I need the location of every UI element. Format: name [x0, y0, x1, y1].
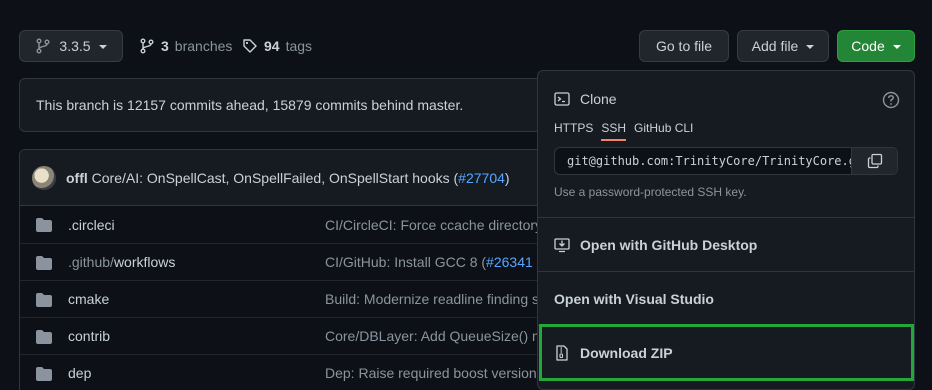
folder-icon — [36, 293, 52, 307]
tab-ssh[interactable]: SSH — [601, 121, 627, 141]
tab-https[interactable]: HTTPS — [554, 121, 593, 141]
table-row[interactable]: .circleci CI/CircleCI: Force ccache dire… — [20, 206, 578, 243]
chevron-down-icon — [892, 45, 901, 49]
file-commit-pr-link[interactable]: #26341 — [486, 254, 533, 270]
file-name[interactable]: .circleci — [68, 217, 115, 233]
tags-count: 94 — [264, 38, 280, 54]
folder-icon — [36, 367, 52, 381]
folder-icon — [36, 330, 52, 344]
clone-title: Clone — [580, 91, 617, 107]
go-to-file-button[interactable]: Go to file — [639, 30, 729, 62]
tag-icon — [243, 39, 257, 53]
clone-tabs: HTTPS SSH GitHub CLI — [554, 121, 693, 141]
latest-commit-bar: offl Core/AI: OnSpellCast, OnSpellFailed… — [20, 150, 578, 206]
file-commit-message[interactable]: CI/GitHub: Install GCC 8 (#26341 — [325, 254, 533, 270]
branch-select-button[interactable]: 3.3.5 — [19, 30, 123, 62]
open-visual-studio-item[interactable]: Open with Visual Studio — [538, 271, 914, 325]
download-zip-label: Download ZIP — [580, 344, 673, 361]
file-table: offl Core/AI: OnSpellCast, OnSpellFailed… — [19, 149, 579, 390]
tab-github-cli[interactable]: GitHub CLI — [634, 121, 693, 141]
file-name-prefix: .github/ — [68, 254, 114, 270]
open-github-desktop-item[interactable]: Open with GitHub Desktop — [538, 217, 914, 271]
tags-link[interactable]: 94 tags — [242, 36, 312, 56]
file-name[interactable]: dep — [68, 365, 91, 381]
file-name[interactable]: contrib — [68, 328, 110, 344]
code-label: Code — [851, 38, 885, 54]
table-row[interactable]: dep Dep: Raise required boost versions — [20, 354, 578, 390]
git-branch-icon — [36, 38, 50, 54]
code-dropdown: Clone HTTPS SSH GitHub CLI Use a passwor… — [537, 70, 915, 390]
open-github-desktop-label: Open with GitHub Desktop — [580, 236, 758, 253]
file-name[interactable]: .github/workflows — [68, 254, 175, 270]
file-zip-icon — [556, 344, 568, 361]
file-commit-message-text: CI/GitHub: Install GCC 8 ( — [325, 254, 487, 270]
add-file-button[interactable]: Add file — [737, 30, 829, 62]
branches-link[interactable]: 3 branches — [139, 36, 232, 56]
avatar[interactable] — [32, 165, 56, 190]
branches-count: 3 — [161, 38, 169, 54]
file-list: .circleci CI/CircleCI: Force ccache dire… — [20, 206, 578, 390]
table-row[interactable]: cmake Build: Modernize readline finding … — [20, 280, 578, 317]
branches-label: branches — [174, 38, 233, 54]
clone-header: Clone — [554, 91, 617, 107]
open-visual-studio-label: Open with Visual Studio — [554, 290, 714, 307]
code-button[interactable]: Code — [837, 30, 915, 62]
git-branch-icon — [140, 38, 154, 54]
table-row[interactable]: .github/workflows CI/GitHub: Install GCC… — [20, 243, 578, 280]
file-commit-message[interactable]: Build: Modernize readline finding s — [325, 291, 539, 307]
commit-pr-link[interactable]: #27704 — [458, 170, 505, 186]
file-name-main: workflows — [113, 254, 176, 270]
file-commit-message[interactable]: Dep: Raise required boost versions — [325, 365, 544, 381]
desktop-download-icon — [554, 237, 570, 252]
branch-notice: This branch is 12157 commits ahead, 1587… — [19, 78, 579, 132]
folder-icon — [36, 218, 52, 232]
question-icon[interactable] — [882, 91, 900, 109]
commit-message[interactable]: Core/AI: OnSpellCast, OnSpellFailed, OnS… — [92, 170, 459, 186]
commit-author[interactable]: offl — [66, 170, 88, 186]
copy-button[interactable] — [851, 148, 897, 174]
clone-url-input[interactable] — [555, 148, 851, 174]
clone-url-box — [554, 147, 898, 175]
clone-note: Use a password-protected SSH key. — [554, 185, 747, 199]
file-commit-message[interactable]: Core/DBLayer: Add QueueSize() me — [325, 328, 551, 344]
tags-label: tags — [285, 38, 313, 54]
terminal-icon — [554, 92, 570, 106]
download-zip-item[interactable]: Download ZIP — [538, 325, 914, 379]
add-file-label: Add file — [751, 38, 799, 54]
go-to-file-label: Go to file — [655, 38, 713, 54]
branch-select-label: 3.3.5 — [59, 38, 91, 54]
file-name[interactable]: cmake — [68, 291, 109, 307]
chevron-down-icon — [806, 45, 815, 49]
folder-icon — [36, 256, 52, 270]
file-commit-message[interactable]: CI/CircleCI: Force ccache directory ( — [325, 217, 551, 233]
chevron-down-icon — [98, 45, 107, 49]
branch-notice-text: This branch is 12157 commits ahead, 1587… — [36, 97, 464, 113]
commit-message-close: ) — [504, 169, 510, 186]
table-row[interactable]: contrib Core/DBLayer: Add QueueSize() me — [20, 317, 578, 354]
copy-icon — [867, 153, 882, 169]
